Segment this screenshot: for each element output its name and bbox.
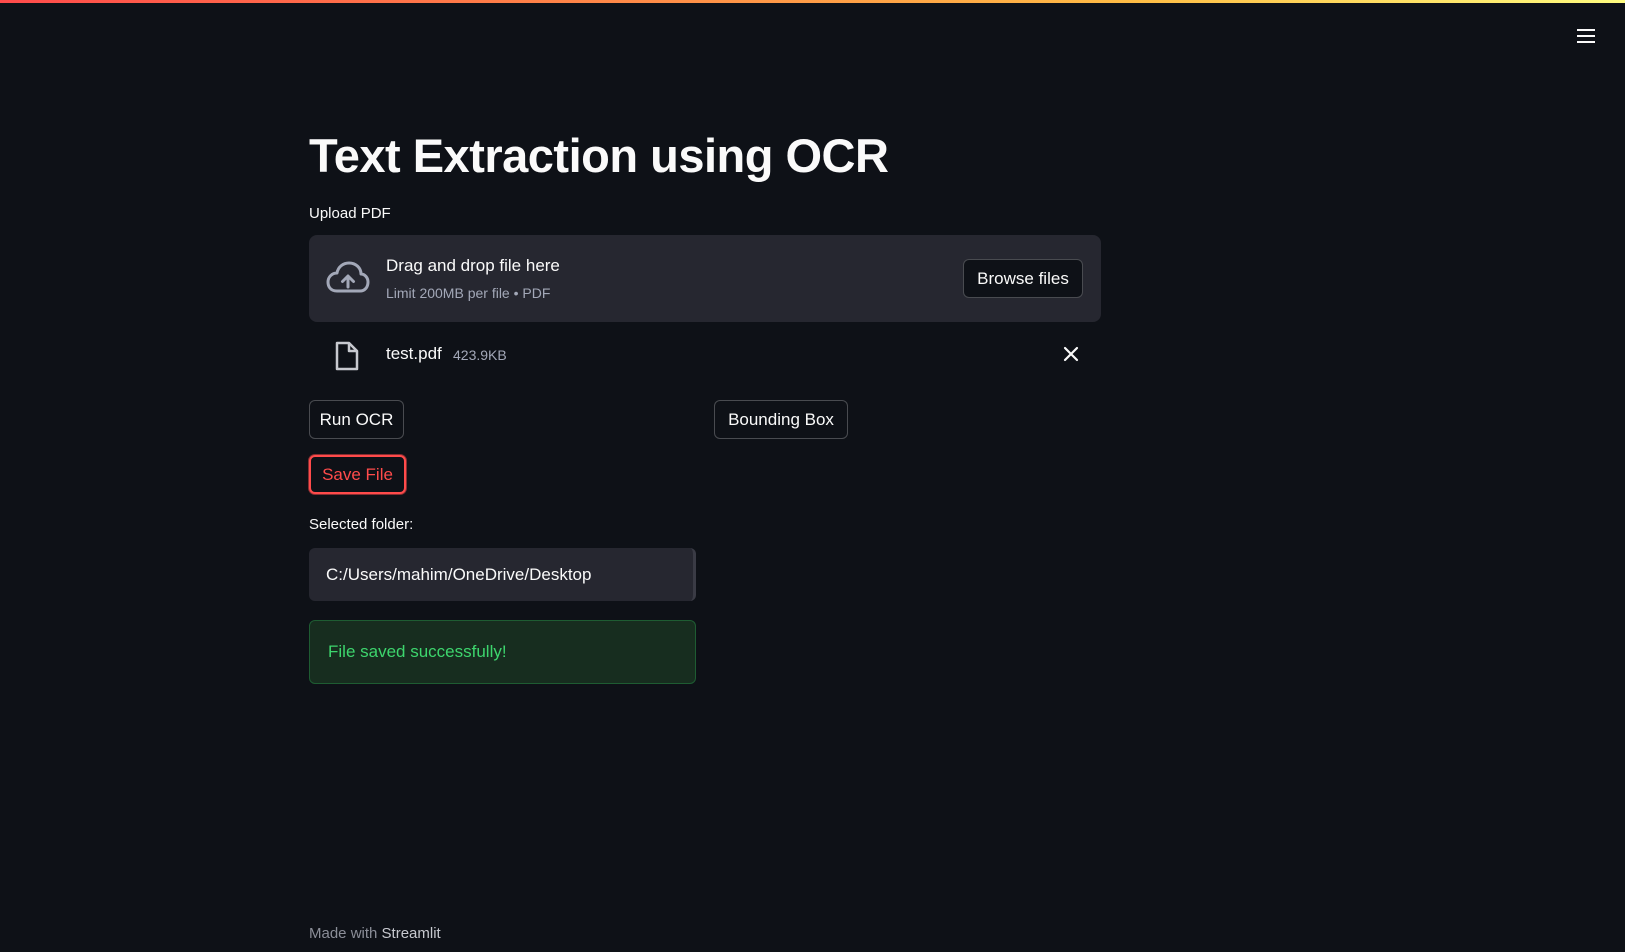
selected-folder-label: Selected folder:	[309, 516, 414, 533]
footer: Made with Streamlit	[309, 925, 441, 942]
save-file-button[interactable]: Save File	[309, 455, 406, 494]
uploaded-file-item: test.pdf 423.9KB	[309, 337, 1101, 373]
cloud-upload-icon	[326, 261, 370, 293]
page-title: Text Extraction using OCR	[309, 129, 889, 182]
uploaded-file-size: 423.9KB	[453, 347, 507, 363]
main-menu-button[interactable]	[1572, 22, 1600, 50]
file-icon	[335, 341, 359, 371]
streamlit-link[interactable]: Streamlit	[382, 925, 441, 942]
dropzone-title: Drag and drop file here	[386, 256, 560, 275]
success-alert: File saved successfully!	[309, 620, 696, 684]
footer-prefix: Made with	[309, 925, 378, 942]
hamburger-menu-icon	[1577, 29, 1595, 43]
dropzone-limit-text: Limit 200MB per file • PDF	[386, 285, 551, 301]
file-dropzone[interactable]: Drag and drop file here Limit 200MB per …	[309, 235, 1101, 322]
uploaded-file-name: test.pdf	[386, 344, 442, 363]
top-decoration-bar	[0, 0, 1625, 3]
run-ocr-button[interactable]: Run OCR	[309, 400, 404, 439]
upload-pdf-label: Upload PDF	[309, 205, 391, 222]
close-icon[interactable]	[1060, 343, 1082, 365]
bounding-box-button[interactable]: Bounding Box	[714, 400, 848, 439]
selected-folder-field[interactable]: C:/Users/mahim/OneDrive/Desktop	[309, 548, 696, 601]
browse-files-button[interactable]: Browse files	[963, 259, 1083, 298]
